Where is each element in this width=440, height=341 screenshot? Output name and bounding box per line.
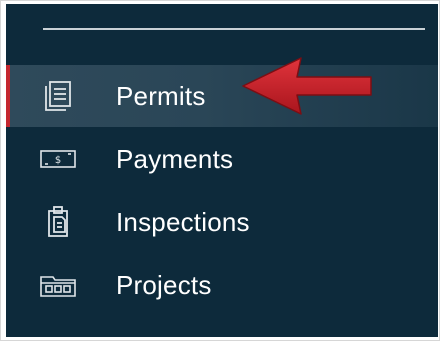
screenshot-frame: Permits $ Payments Inspections Projects: [0, 0, 440, 341]
sidebar-item-label: Permits: [116, 81, 206, 111]
dollar-bill-icon: $: [38, 139, 78, 179]
sidebar-item-payments[interactable]: $ Payments: [6, 128, 438, 190]
sidebar-item-inspections[interactable]: Inspections: [6, 191, 438, 253]
annotation-arrow-icon: [242, 57, 372, 115]
sidebar-divider: [43, 28, 425, 30]
svg-text:$: $: [55, 155, 61, 166]
sidebar-item-label: Payments: [116, 144, 234, 174]
clipboard-icon: [38, 202, 78, 242]
sidebar-item-label: Projects: [116, 270, 212, 300]
folder-icon: [38, 265, 78, 305]
sidebar-item-projects[interactable]: Projects: [6, 254, 438, 316]
document-icon: [38, 76, 78, 116]
sidebar-nav: Permits $ Payments Inspections Projects: [6, 4, 438, 337]
sidebar-item-label: Inspections: [116, 207, 250, 237]
